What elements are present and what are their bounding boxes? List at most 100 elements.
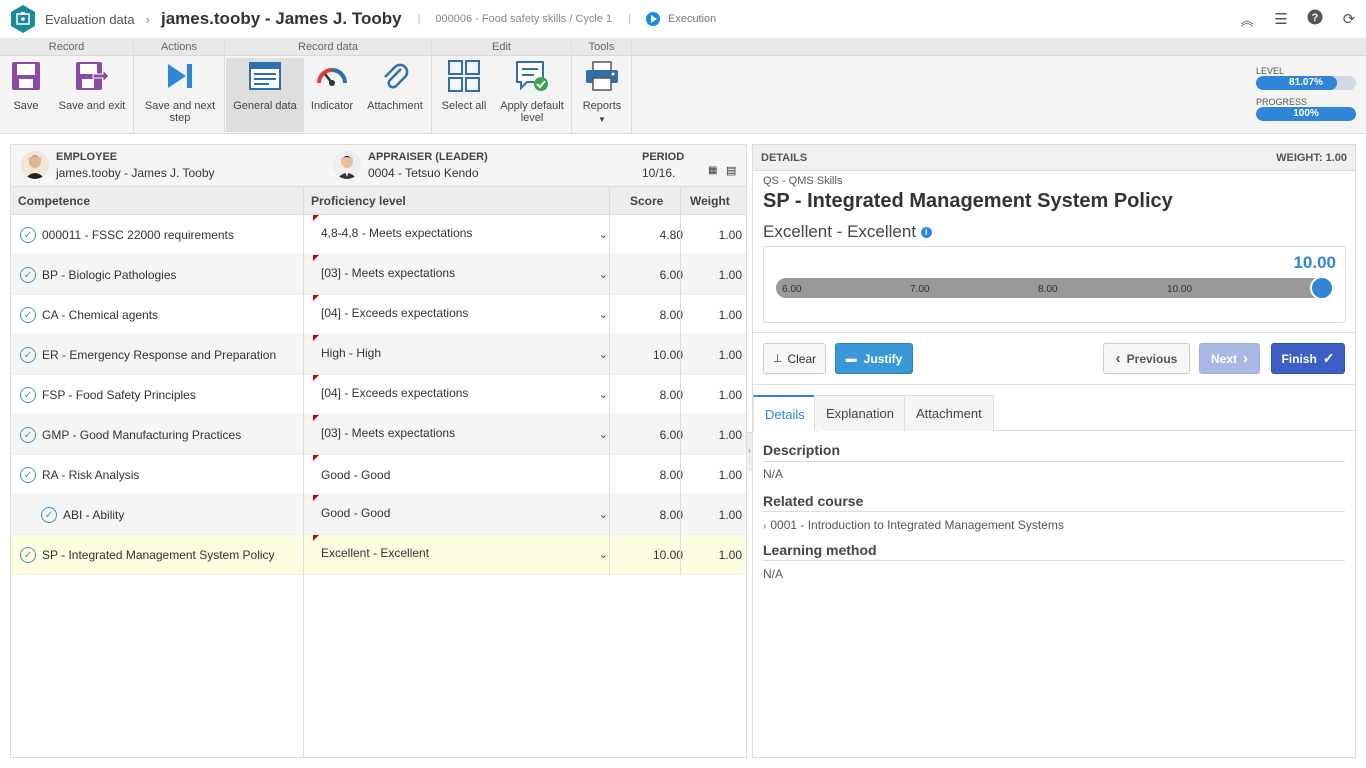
proficiency-value: [03] - Meets expectations — [321, 426, 456, 440]
col-divider — [609, 187, 610, 215]
details-panel: DETAILS WEIGHT: 1.00 QS - QMS Skills SP … — [752, 144, 1356, 758]
table-row[interactable]: ✓ ABI - Ability Good - Good ⌄ 8.00 1.00 — [11, 495, 746, 535]
related-course-item[interactable]: › 0001 - Introduction to Integrated Manag… — [763, 518, 1064, 532]
justify-label: Justify — [863, 351, 903, 366]
title-bar: Evaluation data › james.tooby - James J.… — [0, 0, 1366, 38]
proficiency-select[interactable]: [03] - Meets expectations ⌄ — [313, 255, 618, 295]
help-icon[interactable]: ? — [1298, 9, 1332, 29]
table-row[interactable]: ✓ BP - Biologic Pathologies [03] - Meets e… — [11, 255, 746, 295]
tab-explanation[interactable]: Explanation — [814, 395, 906, 431]
apply-default-level-button[interactable]: Apply default level — [494, 58, 570, 132]
slider-handle[interactable] — [1310, 276, 1334, 300]
period-value: 10/16. — [642, 166, 676, 180]
info-icon[interactable]: i — [920, 227, 932, 239]
proficiency-value: [04] - Exceeds expectations — [321, 386, 469, 400]
competence-cell: BP - Biologic Pathologies — [42, 268, 177, 282]
collapse-icon[interactable]: ︽ — [1230, 10, 1264, 29]
score-slider[interactable]: 6.00 7.00 8.00 10.00 — [776, 276, 1334, 300]
apply-default-label-2: level — [520, 112, 544, 124]
printer-icon — [576, 58, 628, 94]
check-circle-icon: ✓ — [20, 307, 36, 323]
divider — [753, 384, 1355, 385]
table-row[interactable]: ✓ GMP - Good Manufacturing Practices [03] … — [11, 415, 746, 455]
paperclip-icon — [362, 58, 428, 94]
save-label: Save — [13, 100, 39, 112]
chevron-down-icon: ⌄ — [598, 549, 608, 561]
save-button[interactable]: Save — [4, 58, 48, 132]
table-row[interactable]: ✓ SP - Integrated Management System Polic… — [11, 535, 746, 575]
finish-button[interactable]: Finish ✓ — [1271, 343, 1345, 374]
column-divider — [680, 215, 681, 575]
next-step-icon — [140, 58, 220, 94]
panel-collapse-handle[interactable]: › — [746, 432, 753, 470]
proficiency-select[interactable]: Good - Good ⌄ — [313, 495, 618, 535]
proficiency-select[interactable]: Excellent - Excellent ⌄ — [313, 535, 618, 575]
group-title: Record data — [225, 38, 431, 56]
select-all-button[interactable]: Select all — [436, 58, 492, 132]
save-exit-icon — [52, 58, 132, 94]
table-row[interactable]: ✓ RA - Risk Analysis Good - Good 8.00 1.00 — [11, 455, 746, 495]
group-title: Actions — [134, 38, 224, 56]
list-icon[interactable]: ☰ — [1264, 10, 1298, 28]
chevron-down-icon: ▼ — [598, 115, 606, 124]
category-label: QS - QMS Skills — [763, 175, 843, 187]
proficiency-select[interactable]: [04] - Exceeds expectations ⌄ — [313, 295, 618, 335]
comment-icon: ▬ — [845, 352, 857, 365]
competence-cell: RA - Risk Analysis — [42, 468, 140, 482]
proficiency-select[interactable]: High - High ⌄ — [313, 335, 618, 375]
table-row[interactable]: ✓ 000011 - FSSC 22000 requirements 4,8-4,8… — [11, 215, 746, 255]
level-value: 81.07% — [1289, 77, 1323, 88]
previous-button[interactable]: ‹ Previous — [1103, 343, 1190, 374]
save-and-next-step-button[interactable]: Save and next step — [140, 58, 220, 132]
play-icon — [645, 12, 660, 26]
tab-attachment[interactable]: Attachment — [904, 395, 994, 431]
tab-details[interactable]: Details — [753, 395, 817, 432]
proficiency-select[interactable]: [03] - Meets expectations ⌄ — [313, 415, 618, 455]
score-cell: 4.80 — [659, 228, 683, 242]
employee-avatar — [21, 151, 49, 179]
indicator-label: Indicator — [310, 100, 354, 112]
table-row[interactable]: ✓ ER - Emergency Response and Preparation… — [11, 335, 746, 375]
col-proficiency[interactable]: Proficiency level — [311, 187, 406, 215]
justify-button[interactable]: ▬ Justify — [835, 343, 913, 374]
changed-flag-icon — [313, 255, 319, 261]
save-and-exit-button[interactable]: Save and exit — [52, 58, 132, 132]
table-row[interactable]: ✓ FSP - Food Safety Principles [04] - Exce… — [11, 375, 746, 415]
breadcrumb-root[interactable]: Evaluation data — [45, 12, 135, 27]
comment-icon[interactable]: ▤ — [726, 164, 736, 177]
checkmark-icon: ✓ — [1322, 350, 1335, 366]
changed-flag-icon — [313, 215, 319, 221]
clear-button[interactable]: ⊥ Clear — [763, 343, 826, 374]
general-data-button[interactable]: General data — [226, 58, 304, 132]
col-competence[interactable]: Competence — [18, 187, 90, 215]
reports-button[interactable]: Reports ▼ — [576, 58, 628, 132]
chevron-right-icon: › — [1243, 350, 1248, 367]
proficiency-select[interactable]: 4,8-4,8 - Meets expectations ⌄ — [313, 215, 618, 255]
app-logo-icon[interactable] — [8, 4, 38, 34]
refresh-icon[interactable]: ⟳ — [1332, 10, 1366, 28]
description-value: N/A — [763, 467, 784, 481]
related-course-title: Related course — [763, 493, 864, 509]
changed-flag-icon — [313, 295, 319, 301]
proficiency-select[interactable]: Good - Good — [313, 455, 618, 495]
col-weight[interactable]: Weight — [690, 187, 730, 215]
divider — [753, 332, 1355, 333]
score-cell: 6.00 — [659, 428, 683, 442]
employee-label: EMPLOYEE — [56, 151, 118, 163]
proficiency-value: 4,8-4,8 - Meets expectations — [321, 226, 473, 240]
attachment-button[interactable]: Attachment — [362, 58, 428, 132]
col-score[interactable]: Score — [630, 187, 663, 215]
slider-value: 10.00 — [1293, 253, 1336, 272]
meters: LEVEL 81.07% PROGRESS 100% — [1256, 66, 1356, 128]
chevron-down-icon: ⌄ — [598, 269, 608, 281]
competence-cell: ER - Emergency Response and Preparation — [42, 348, 277, 362]
proficiency-value: [04] - Exceeds expectations — [321, 306, 469, 320]
next-button[interactable]: Next › — [1199, 343, 1260, 374]
check-circle-icon: ✓ — [20, 547, 36, 563]
chevron-left-icon: ‹ — [1115, 350, 1121, 367]
divider — [763, 461, 1345, 462]
indicator-button[interactable]: Indicator — [306, 58, 358, 132]
proficiency-select[interactable]: [04] - Exceeds expectations ⌄ — [313, 375, 618, 415]
calendar-icon[interactable]: ▦ — [708, 165, 717, 176]
table-row[interactable]: ✓ CA - Chemical agents [04] - Exceeds expe… — [11, 295, 746, 335]
